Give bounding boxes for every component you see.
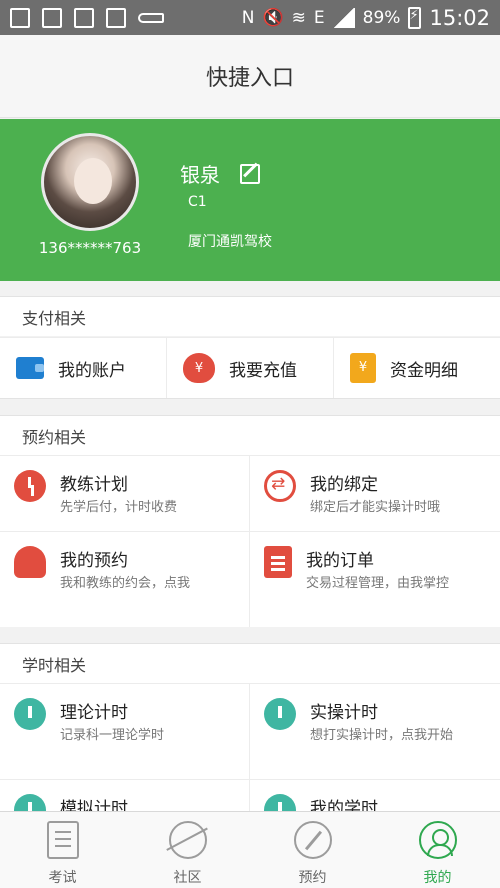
mute-icon: 🔇: [262, 7, 284, 28]
network-type: E: [313, 7, 325, 28]
profile-header: 136******763 银泉 C1 厦门通凯驾校: [0, 119, 500, 281]
system-indicators: N 🔇 ≋ E 89% 15:02: [242, 6, 490, 30]
battery-icon: [408, 6, 422, 29]
wifi-icon: ≋: [291, 7, 306, 28]
clipboard-icon: [264, 546, 292, 578]
section-title-payment: 支付相关: [0, 296, 500, 336]
practice-timing-item[interactable]: 实操计时 想打实操计时，点我开始: [250, 683, 500, 779]
section-title-booking: 预约相关: [0, 415, 500, 455]
battery-level: 89%: [362, 7, 401, 28]
planet-icon: [168, 821, 207, 859]
clock: 15:02: [429, 5, 490, 30]
user-icon: [418, 821, 457, 859]
stopwatch-icon: [14, 698, 46, 730]
recharge-button[interactable]: ¥ 我要充值: [167, 338, 334, 398]
signal-icon: [332, 7, 355, 28]
tab-label: 预约: [298, 870, 327, 886]
item-subtitle: 先学后付，计时收费: [60, 500, 178, 515]
my-hours-item[interactable]: 我的学时: [250, 779, 500, 811]
key-icon: [138, 12, 164, 23]
coins-icon: ¥: [350, 353, 376, 383]
item-title: 我的学时: [310, 799, 378, 811]
item-title: 我的预约: [60, 551, 128, 571]
user-name: 银泉: [180, 163, 220, 187]
driving-school: 厦门通凯驾校: [188, 234, 272, 250]
item-title: 教练计划: [60, 475, 128, 495]
item-subtitle: 我和教练的约会，点我: [60, 576, 191, 591]
bottom-tab-bar: 考试 社区 预约 我的: [0, 811, 500, 888]
status-bar: N 🔇 ≋ E 89% 15:02: [0, 0, 500, 35]
fund-details-button[interactable]: ¥ 资金明细: [334, 338, 500, 398]
license-type: C1: [188, 194, 207, 210]
image-icon: [106, 7, 126, 28]
section-title-hours: 学时相关: [0, 643, 500, 683]
my-orders-item[interactable]: 我的订单 交易过程管理，由我掌控: [250, 531, 500, 627]
recharge-label: 我要充值: [229, 360, 297, 381]
tab-label: 我的: [423, 870, 452, 886]
notification-icons: [10, 7, 164, 28]
my-account-button[interactable]: 我的账户: [0, 338, 167, 398]
notification-icon: [74, 7, 94, 28]
stopwatch-icon: [14, 794, 46, 811]
user-name-row: 银泉: [180, 159, 260, 188]
tab-booking[interactable]: 预约: [250, 812, 375, 888]
item-subtitle: 绑定后才能实操计时哦: [310, 500, 441, 515]
fund-details-label: 资金明细: [390, 360, 458, 381]
tab-mine[interactable]: 我的: [375, 812, 500, 888]
tab-label: 考试: [48, 870, 77, 886]
my-binding-item[interactable]: 我的绑定 绑定后才能实操计时哦: [250, 455, 500, 531]
item-title: 我的绑定: [310, 475, 378, 495]
stopwatch-icon: [264, 794, 296, 811]
item-title: 实操计时: [310, 703, 378, 723]
item-subtitle: 想打实操计时，点我开始: [310, 728, 454, 743]
item-subtitle: 记录科一理论学时: [60, 728, 165, 743]
exam-icon: [46, 821, 79, 859]
stopwatch-icon: [264, 698, 296, 730]
title-bar: 快捷入口: [0, 35, 500, 118]
page-title: 快捷入口: [205, 66, 294, 91]
tab-community[interactable]: 社区: [125, 812, 250, 888]
edit-icon[interactable]: [240, 163, 260, 184]
hours-grid: 理论计时 记录科一理论学时 实操计时 想打实操计时，点我开始 模拟计时 我的学时: [0, 683, 500, 811]
simulation-timing-item[interactable]: 模拟计时: [0, 779, 250, 811]
item-subtitle: 交易过程管理，由我掌控: [306, 576, 450, 591]
booking-grid: 教练计划 先学后付，计时收费 我的绑定 绑定后才能实操计时哦 我的预约 我和教练…: [0, 455, 500, 627]
moneybag-icon: ¥: [183, 353, 215, 383]
item-title: 理论计时: [60, 703, 128, 723]
tab-exam[interactable]: 考试: [0, 812, 125, 888]
my-booking-item[interactable]: 我的预约 我和教练的约会，点我: [0, 531, 250, 627]
notification-icon: [10, 7, 30, 28]
clock-icon: [14, 470, 46, 502]
person-icon: [14, 546, 46, 578]
item-title: 我的订单: [306, 551, 374, 571]
download-icon: [42, 7, 62, 28]
my-account-label: 我的账户: [58, 360, 126, 381]
exchange-icon: [264, 470, 296, 502]
item-title: 模拟计时: [60, 799, 128, 811]
theory-timing-item[interactable]: 理论计时 记录科一理论学时: [0, 683, 250, 779]
avatar[interactable]: [41, 133, 139, 231]
compass-icon: [293, 821, 332, 859]
tab-label: 社区: [173, 870, 202, 886]
phone-number: 136******763: [38, 239, 142, 257]
payment-row: 我的账户 ¥ 我要充值 ¥ 资金明细: [0, 337, 500, 399]
nfc-icon: N: [241, 7, 255, 28]
wallet-icon: [16, 357, 44, 379]
coach-plan-item[interactable]: 教练计划 先学后付，计时收费: [0, 455, 250, 531]
